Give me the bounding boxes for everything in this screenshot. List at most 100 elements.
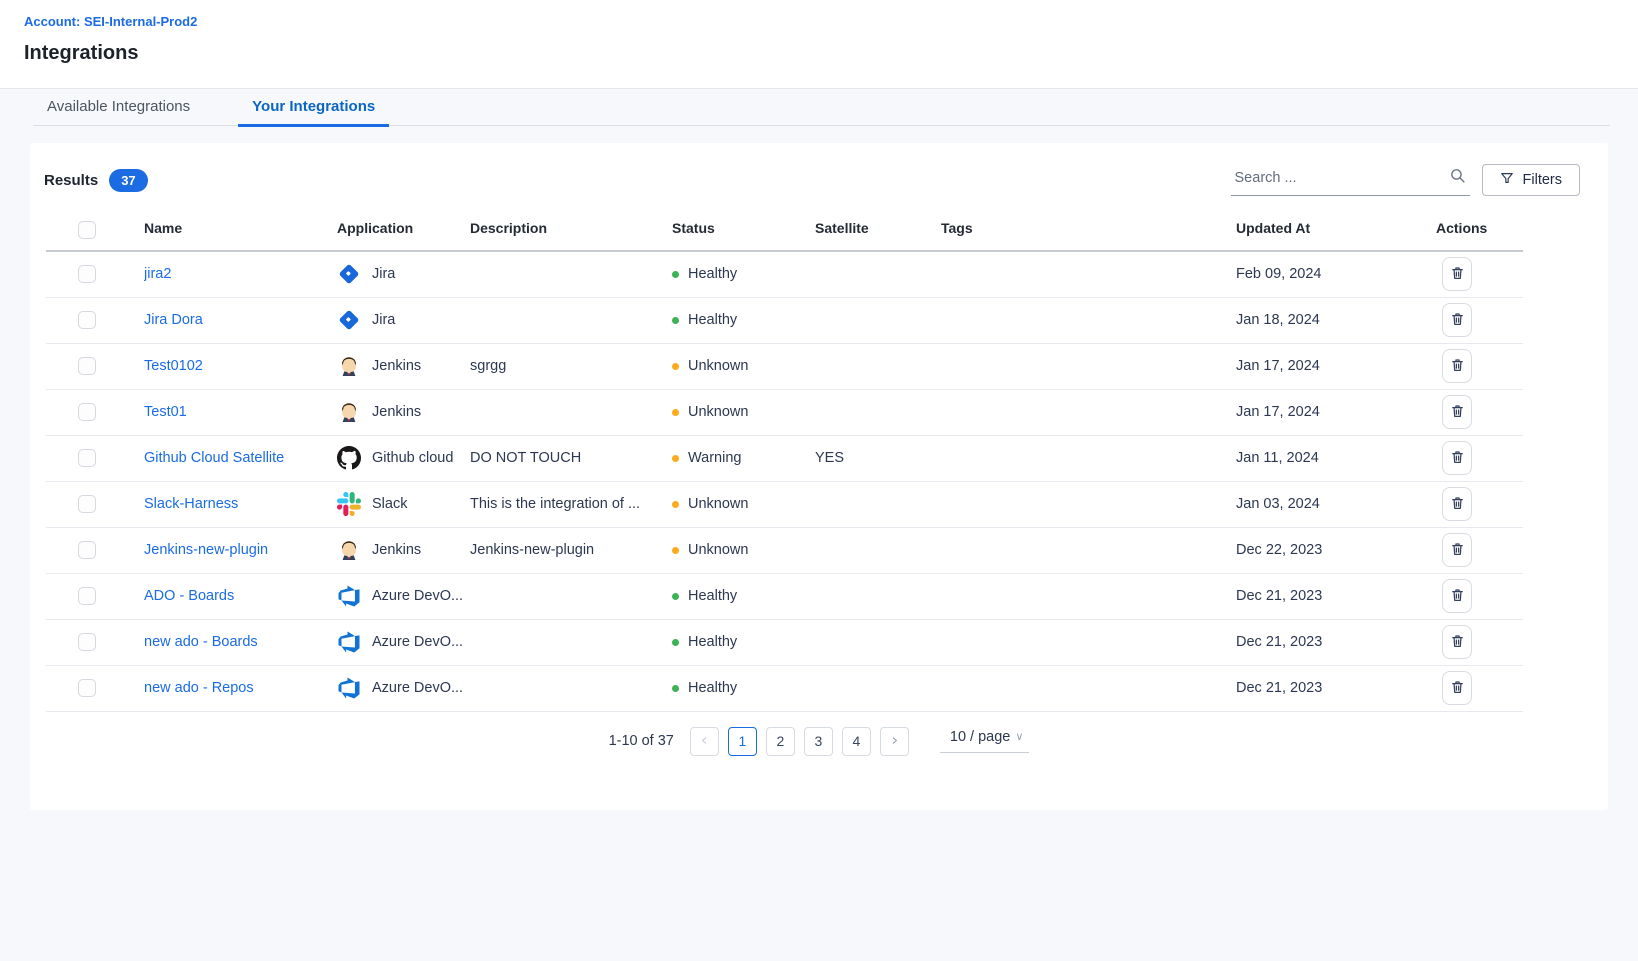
row-checkbox[interactable] bbox=[78, 449, 96, 467]
satellite-value bbox=[807, 251, 941, 297]
status-label: Healthy bbox=[688, 588, 737, 604]
description-text bbox=[470, 251, 672, 297]
page-button-3[interactable]: 3 bbox=[804, 727, 833, 756]
status-label: Healthy bbox=[688, 312, 737, 328]
status-dot bbox=[672, 685, 679, 692]
updated-at-value: Jan 11, 2024 bbox=[1236, 435, 1436, 481]
application-label: Jira bbox=[372, 312, 395, 328]
delete-button[interactable] bbox=[1442, 579, 1472, 613]
integration-name-link[interactable]: Slack-Harness bbox=[144, 496, 238, 512]
integrations-table: Name Application Description Status Sate… bbox=[46, 220, 1523, 712]
satellite-value: YES bbox=[807, 435, 941, 481]
description-text: This is the integration of ... bbox=[470, 481, 672, 527]
tab-available-integrations[interactable]: Available Integrations bbox=[33, 98, 204, 125]
chevron-down-icon: ∨ bbox=[1015, 732, 1023, 743]
updated-at-value: Dec 21, 2023 bbox=[1236, 665, 1436, 711]
status-label: Unknown bbox=[688, 358, 748, 374]
toolbar: Results 37 Filters bbox=[30, 143, 1608, 196]
delete-button[interactable] bbox=[1442, 625, 1472, 659]
status-label: Healthy bbox=[688, 266, 737, 282]
application-label: Jenkins bbox=[372, 358, 421, 374]
row-checkbox[interactable] bbox=[78, 541, 96, 559]
integration-name-link[interactable]: jira2 bbox=[144, 266, 171, 282]
next-page-button[interactable] bbox=[880, 727, 909, 756]
integration-name-link[interactable]: new ado - Boards bbox=[144, 634, 258, 650]
status-dot bbox=[672, 409, 679, 416]
trash-icon bbox=[1450, 541, 1465, 560]
table-row: Test01 Jenkins Unknown Jan 17, 2024 bbox=[46, 389, 1523, 435]
select-all-checkbox[interactable] bbox=[78, 221, 96, 239]
row-checkbox[interactable] bbox=[78, 357, 96, 375]
delete-button[interactable] bbox=[1442, 349, 1472, 383]
status-label: Healthy bbox=[688, 634, 737, 650]
integration-name-link[interactable]: ADO - Boards bbox=[144, 588, 234, 604]
tab-your-integrations[interactable]: Your Integrations bbox=[238, 98, 389, 127]
chevron-right-icon bbox=[890, 733, 899, 749]
table-row: Github Cloud Satellite Github cloud DO N… bbox=[46, 435, 1523, 481]
tags-value bbox=[941, 251, 1236, 297]
trash-icon bbox=[1450, 357, 1465, 376]
status-label: Unknown bbox=[688, 542, 748, 558]
integration-name-link[interactable]: Test01 bbox=[144, 404, 187, 420]
row-checkbox[interactable] bbox=[78, 587, 96, 605]
application-label: Jira bbox=[372, 266, 395, 282]
delete-button[interactable] bbox=[1442, 487, 1472, 521]
application-label: Jenkins bbox=[372, 542, 421, 558]
integration-name-link[interactable]: new ado - Repos bbox=[144, 680, 254, 696]
status-dot bbox=[672, 593, 679, 600]
trash-icon bbox=[1450, 495, 1465, 514]
satellite-value bbox=[807, 573, 941, 619]
satellite-value bbox=[807, 343, 941, 389]
table-row: Slack-Harness Slack This is the integrat… bbox=[46, 481, 1523, 527]
column-header-satellite: Satellite bbox=[807, 220, 941, 251]
trash-icon bbox=[1450, 311, 1465, 330]
updated-at-value: Jan 03, 2024 bbox=[1236, 481, 1436, 527]
page-size-select[interactable]: 10 / page ∨ bbox=[940, 729, 1030, 753]
delete-button[interactable] bbox=[1442, 441, 1472, 475]
row-checkbox[interactable] bbox=[78, 265, 96, 283]
tags-value bbox=[941, 665, 1236, 711]
table-body: jira2 Jira Healthy Feb 09, 2024 bbox=[46, 251, 1523, 711]
status-label: Healthy bbox=[688, 680, 737, 696]
row-checkbox[interactable] bbox=[78, 633, 96, 651]
description-text: DO NOT TOUCH bbox=[470, 435, 672, 481]
table-row: jira2 Jira Healthy Feb 09, 2024 bbox=[46, 251, 1523, 297]
trash-icon bbox=[1450, 449, 1465, 468]
page-size-label: 10 / page bbox=[950, 729, 1010, 745]
row-checkbox[interactable] bbox=[78, 311, 96, 329]
satellite-value bbox=[807, 297, 941, 343]
row-checkbox[interactable] bbox=[78, 403, 96, 421]
jenkins-icon bbox=[337, 538, 361, 562]
integration-name-link[interactable]: Test0102 bbox=[144, 358, 203, 374]
search-input[interactable] bbox=[1235, 170, 1449, 186]
satellite-value bbox=[807, 665, 941, 711]
page-button-1[interactable]: 1 bbox=[728, 727, 757, 756]
row-checkbox[interactable] bbox=[78, 495, 96, 513]
status-label: Warning bbox=[688, 450, 741, 466]
application-label: Github cloud bbox=[372, 450, 453, 466]
delete-button[interactable] bbox=[1442, 533, 1472, 567]
page-button-2[interactable]: 2 bbox=[766, 727, 795, 756]
delete-button[interactable] bbox=[1442, 303, 1472, 337]
table-header-row: Name Application Description Status Sate… bbox=[46, 220, 1523, 251]
results-label: Results bbox=[44, 172, 98, 189]
filters-button[interactable]: Filters bbox=[1482, 164, 1580, 196]
integration-name-link[interactable]: Github Cloud Satellite bbox=[144, 450, 284, 466]
delete-button[interactable] bbox=[1442, 395, 1472, 429]
integration-name-link[interactable]: Jira Dora bbox=[144, 312, 203, 328]
delete-button[interactable] bbox=[1442, 257, 1472, 291]
updated-at-value: Feb 09, 2024 bbox=[1236, 251, 1436, 297]
integration-name-link[interactable]: Jenkins-new-plugin bbox=[144, 542, 268, 558]
search-icon bbox=[1449, 167, 1466, 189]
prev-page-button[interactable] bbox=[690, 727, 719, 756]
tags-value bbox=[941, 481, 1236, 527]
account-link[interactable]: Account: SEI-Internal-Prod2 bbox=[24, 14, 197, 29]
column-header-description: Description bbox=[470, 220, 672, 251]
description-text bbox=[470, 573, 672, 619]
satellite-value bbox=[807, 481, 941, 527]
page-button-4[interactable]: 4 bbox=[842, 727, 871, 756]
delete-button[interactable] bbox=[1442, 671, 1472, 705]
jenkins-icon bbox=[337, 354, 361, 378]
description-text bbox=[470, 619, 672, 665]
row-checkbox[interactable] bbox=[78, 679, 96, 697]
